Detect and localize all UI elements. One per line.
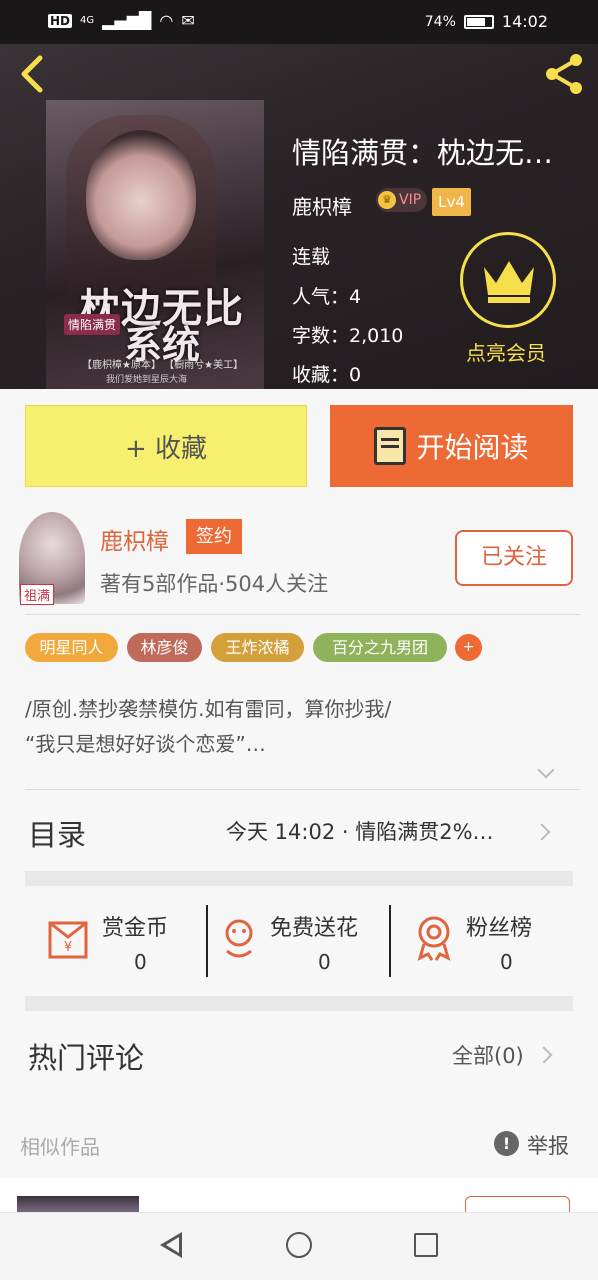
vip-label: VIP — [399, 192, 422, 208]
member-button[interactable] — [460, 232, 556, 328]
book-cover[interactable]: 枕边无比 情陷满贯 系统 【鹿枳樟★原本】 【橱雨兮★美工】 我们爱她到星辰大海 — [46, 100, 264, 389]
catalog-title[interactable]: 目录 — [28, 812, 86, 854]
book-icon — [374, 427, 407, 465]
tag-chip[interactable]: 王炸浓橘 — [211, 633, 304, 662]
divider — [206, 905, 208, 977]
header-author[interactable]: 鹿枳樟 — [292, 191, 352, 220]
medal-icon[interactable] — [414, 914, 454, 962]
vip-badge: ♛ VIP — [376, 188, 428, 212]
author-info: 著有5部作品·504人关注 — [100, 572, 329, 596]
tag-chip[interactable]: 林彦俊 — [127, 633, 202, 662]
description-line-1: /原创.禁抄袭禁模仿.如有雷同，算你抄我/ — [25, 697, 392, 721]
cover-slogan: 我们爱她到星辰大海 — [106, 375, 188, 385]
section-divider — [25, 996, 573, 1011]
divider — [25, 614, 580, 615]
wifi-icon: ◠ — [159, 11, 174, 30]
expand-icon[interactable] — [537, 761, 555, 779]
network-label: HD — [48, 13, 73, 28]
clock: 14:02 — [501, 12, 548, 31]
nav-back-icon-inner — [166, 1237, 179, 1253]
wechat-icon: ✉ — [181, 11, 195, 30]
signal-icon: ▂▄▆█ — [102, 11, 152, 30]
cover-portrait — [86, 130, 196, 260]
description-line-2: “我只是想好好谈个恋爱”… — [25, 732, 266, 756]
follow-button[interactable]: 已关注 — [455, 530, 573, 586]
more-tags-button[interactable]: + — [455, 634, 482, 661]
chevron-left-icon[interactable] — [18, 54, 48, 94]
collect-button[interactable]: + 收藏 — [25, 405, 307, 487]
level-badge: Lv4 — [432, 188, 471, 216]
red-envelope-icon[interactable]: ¥ — [46, 917, 90, 961]
stat-label[interactable]: 粉丝榜 — [466, 910, 532, 942]
comments-title: 热门评论 — [28, 1041, 145, 1075]
stat-value: 0 — [318, 950, 331, 974]
catalog-latest[interactable]: 今天 14:02 · 情陷满贯2%… — [226, 816, 494, 846]
battery-icon — [463, 14, 494, 29]
cover-credit: 【鹿枳樟★原本】 【橱雨兮★美工】 — [82, 360, 244, 371]
word-count: 字数：2,010 — [292, 325, 404, 347]
section-divider — [25, 871, 573, 886]
nav-home-icon[interactable] — [286, 1232, 312, 1258]
book-title: 情陷满贯：枕边无… — [292, 136, 554, 170]
crown-small-icon: ♛ — [378, 191, 396, 209]
stat-label[interactable]: 赏金币 — [102, 910, 168, 942]
signal-label: 4G — [80, 15, 95, 26]
share-icon[interactable] — [542, 52, 588, 96]
serial-status: 连载 — [292, 246, 331, 268]
status-bar: HD 4G ▂▄▆█ ◠ ✉ 74% 14:02 — [0, 0, 598, 44]
similar-works-title: 相似作品 — [20, 1135, 100, 1159]
tag-chip[interactable]: 百分之九男团 — [313, 633, 447, 662]
nav-recents-icon[interactable] — [414, 1233, 438, 1257]
chevron-right-icon[interactable] — [533, 823, 551, 841]
divider — [25, 789, 580, 790]
tag-chip[interactable]: 明星同人 — [25, 633, 118, 662]
signed-badge: 签约 — [186, 519, 242, 554]
member-label[interactable]: 点亮会员 — [466, 337, 546, 366]
author-name[interactable]: 鹿枳樟 — [100, 522, 169, 556]
chevron-right-icon[interactable] — [535, 1046, 553, 1064]
flower-icon[interactable] — [219, 917, 259, 961]
favorites-count: 收藏：0 — [292, 364, 362, 386]
report-button[interactable]: 举报 — [527, 1130, 569, 1160]
stat-value: 0 — [134, 950, 147, 974]
stat-value: 0 — [500, 950, 513, 974]
start-reading-label: 开始阅读 — [416, 431, 529, 464]
cover-badge: 情陷满贯 — [64, 314, 121, 335]
start-reading-button[interactable]: 开始阅读 — [330, 405, 573, 487]
battery-percent: 74% — [424, 13, 456, 30]
popularity: 人气：4 — [292, 286, 362, 308]
divider — [389, 905, 391, 977]
crown-icon — [484, 261, 534, 303]
collect-label: + 收藏 — [124, 433, 208, 464]
warning-icon[interactable]: ! — [494, 1131, 519, 1156]
avatar-tag: 祖满 — [20, 584, 55, 605]
stat-label[interactable]: 免费送花 — [270, 910, 358, 942]
all-comments-link[interactable]: 全部(0) — [452, 1040, 524, 1070]
svg-text:¥: ¥ — [64, 940, 72, 955]
